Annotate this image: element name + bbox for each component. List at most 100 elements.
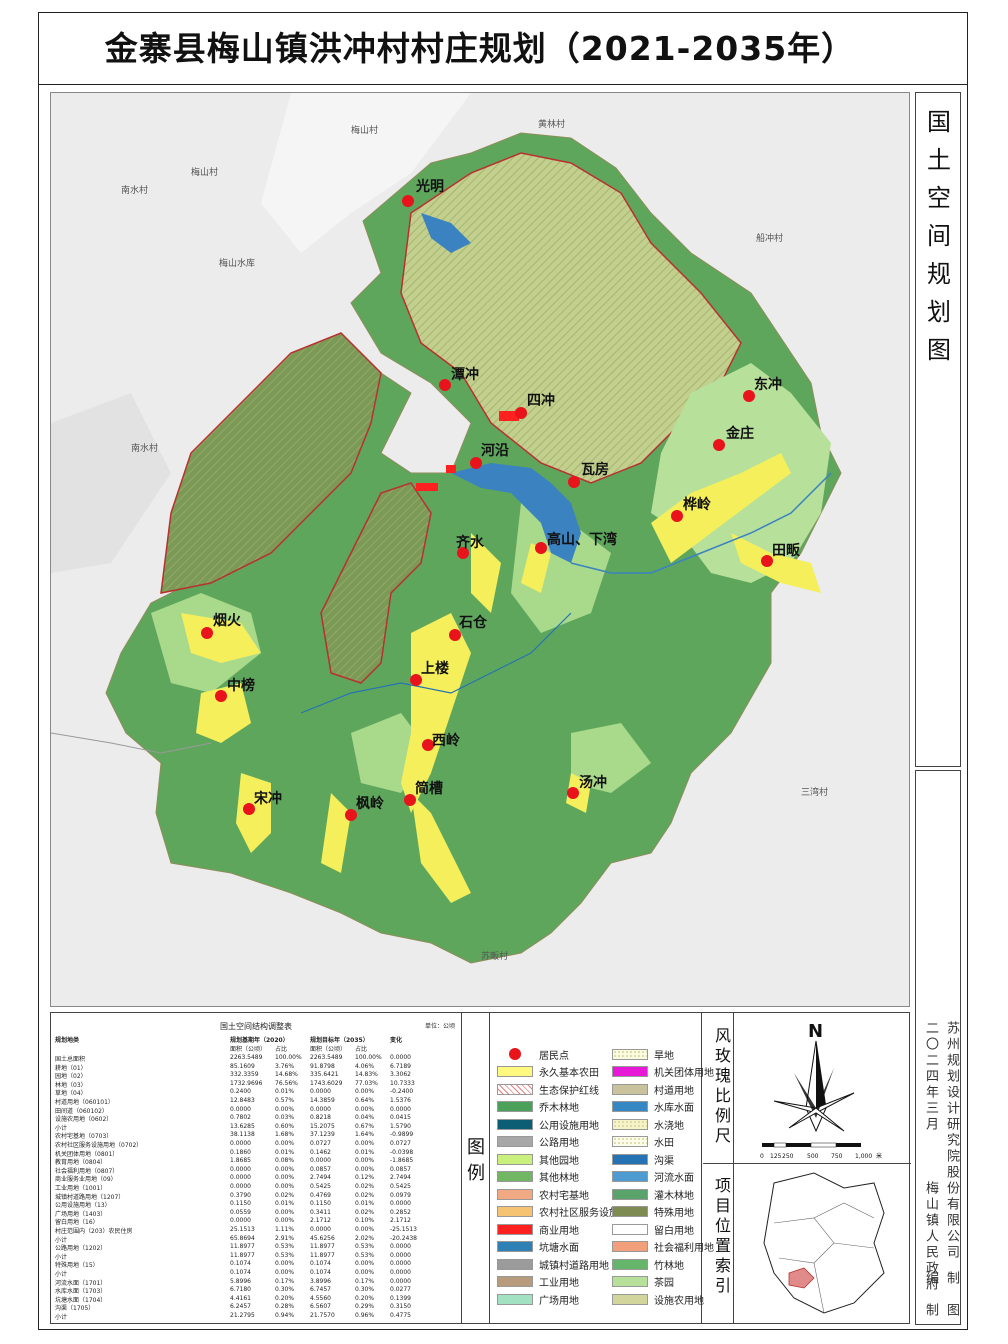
table-cell: 4.5560 [310,1294,331,1302]
table-cell: 21.2795 [230,1312,255,1319]
legend-label: 乔木林地 [539,1103,579,1114]
neighbor-label: 三湾村 [801,786,828,798]
legend-item: 茶园 [612,1275,674,1289]
legend-item: 永久基本农田 [497,1065,599,1079]
table-cell: 水库水面（1703） [55,1288,107,1295]
legend-item: 留白用地 [612,1222,694,1237]
svg-text:高山、下湾: 高山、下湾 [547,531,617,548]
table-cell: 国土总面积 [55,1056,86,1062]
table-cell: -1.8685 [390,1157,414,1165]
legend-swatch [612,1136,648,1147]
table-cell: 0.02% [355,1183,375,1190]
table-cell: 10.7333 [390,1079,415,1087]
table-cell: 0.5425 [390,1183,411,1190]
designer-credit: 苏州规划设计研究院股份有限公司 [944,1021,959,1261]
table-cell: 0.53% [355,1251,375,1259]
legend-swatch [612,1066,648,1077]
svg-text:潭冲: 潭冲 [451,366,479,383]
table-cell: 1.8685 [230,1157,251,1165]
table-cell: 田间道（060102） [55,1107,108,1114]
table-row: 村庄范围内（203）农民住房 25.1513 1.11% 0.0000 0.00% -25… [55,1226,455,1234]
legend-swatch [497,1153,533,1165]
table-row: 农村宅基地（0703） 38.1138 1.68% 37.1239 1.64% -0.98… [55,1131,455,1139]
table-cell: 76.56% [275,1079,298,1087]
legend-item: 坑塘水面 [497,1240,579,1254]
legend-swatch [497,1241,533,1252]
neighbor-label: 船冲村 [756,232,783,244]
table-cell: 0.5425 [310,1183,331,1190]
legend-swatch [612,1048,648,1060]
table-cell: 0.0000 [390,1243,411,1251]
legend-item: 竹林地 [612,1257,684,1272]
svg-text:0: 0 [760,1153,764,1160]
svg-text:桦岭: 桦岭 [682,496,711,513]
table-cell: 0.8218 [310,1114,331,1122]
table-cell: 11.8977 [230,1243,255,1251]
land-use-map[interactable]: 梅山村 黄林村 梅山村 南水村 梅山水库 船冲村 南水村 三湾村 苏畈村 光明 … [50,92,910,1007]
table-cell: 6.7189 [390,1062,411,1070]
svg-text:四冲: 四冲 [527,392,555,409]
svg-text:750: 750 [831,1153,843,1160]
table-cell: 0.00% [275,1208,295,1216]
legend-item: 其他园地 [497,1152,579,1167]
table-row: 林地（03） 1732.9696 76.56% 1743.6029 77.03% 10.7… [55,1080,455,1088]
legend-item: 工业用地 [497,1275,579,1289]
legend-swatch [497,1258,533,1270]
table-cell: 小计 [55,1236,68,1243]
table-cell: 0.0000 [390,1260,411,1268]
table-cell: 小计 [55,1253,68,1260]
legend-item: 广场用地 [497,1292,579,1307]
table-cell: 0.53% [355,1243,375,1251]
table-cell: 0.1074 [310,1260,331,1268]
legend-swatch [497,1118,533,1130]
table-row: 小计 0.1074 0.00% 0.1074 0.00% 0.0000 [55,1269,455,1277]
legend-heading-panel: 图 例 [463,1013,503,1323]
table-cell: 12.8483 [230,1097,255,1104]
legend-label: 水田 [654,1138,674,1149]
legend-swatch [612,1101,648,1112]
table-cell: 0.60% [275,1122,295,1130]
table-cell: 1.5376 [390,1097,411,1104]
compass-scale: N 0 125 250 500 750 1,000 米 [734,1013,911,1164]
legend-item: 生态保护红线 [497,1082,599,1097]
table-row: 农村社区服务设施用地（0702） 0.0000 0.00% 0.0727 0.00% 0.… [55,1140,455,1148]
legend-label: 工业用地 [539,1278,579,1289]
legend-item: 公路用地 [497,1135,579,1149]
table-cell: 0.64% [355,1097,375,1104]
table-cell: 45.6256 [310,1234,335,1242]
table-cell: -0.2400 [390,1088,414,1096]
table-cell: 2.1712 [390,1217,411,1225]
legend-label: 设施农用地 [654,1295,704,1307]
svg-text:瓦房: 瓦房 [581,461,609,478]
legend-item: 水库水面 [612,1100,694,1114]
table-cell: 0.01% [355,1200,375,1208]
table-cell: -0.9899 [390,1131,414,1139]
legend-label: 村道用地 [654,1085,694,1097]
table-row: 特殊用地（15） 0.1074 0.00% 0.1074 0.00% 0.0000 [55,1260,455,1268]
svg-text:500: 500 [807,1153,819,1160]
table-cell: 1.5790 [390,1122,411,1130]
date-credit: 二〇二四年三月 [923,1021,938,1133]
table-subheader: 面积（公顷） 占比 面积（公顷） 占比 [230,1046,368,1052]
location-map-svg [763,1172,885,1314]
side-title: 国土空间规划图 [927,108,951,364]
legend-item: 商业用地 [497,1222,579,1237]
legend-item: 其他林地 [497,1170,579,1184]
table-row: 小计 11.8977 0.53% 11.8977 0.53% 0.0000 [55,1252,455,1260]
legend-label: 茶园 [654,1278,674,1289]
table-cell: 公路用地（1202） [55,1245,107,1252]
compass-heading-panel: 风玫瑰比例尺 [703,1013,734,1164]
legend-swatch [612,1153,648,1165]
table-row: 公路用地（1202） 11.8977 0.53% 11.8977 0.53% 0.0000 [55,1243,455,1251]
table-cell: 0.10% [355,1217,375,1225]
table-cell: 设施农用地（0602） [55,1116,113,1123]
legend-swatch [612,1241,648,1252]
table-cell: 0.00% [355,1269,375,1276]
neighbor-label: 苏畈村 [481,950,508,962]
table-cell: 0.02% [275,1191,295,1199]
table-cell: 0.01% [275,1148,295,1156]
table-row: 机关团体用地（0801） 0.1860 0.01% 0.1462 0.01% -0.039… [55,1149,455,1157]
table-cell: 0.01% [275,1088,295,1096]
table-cell: 2.7494 [310,1174,331,1182]
legend-swatch [497,1223,533,1235]
